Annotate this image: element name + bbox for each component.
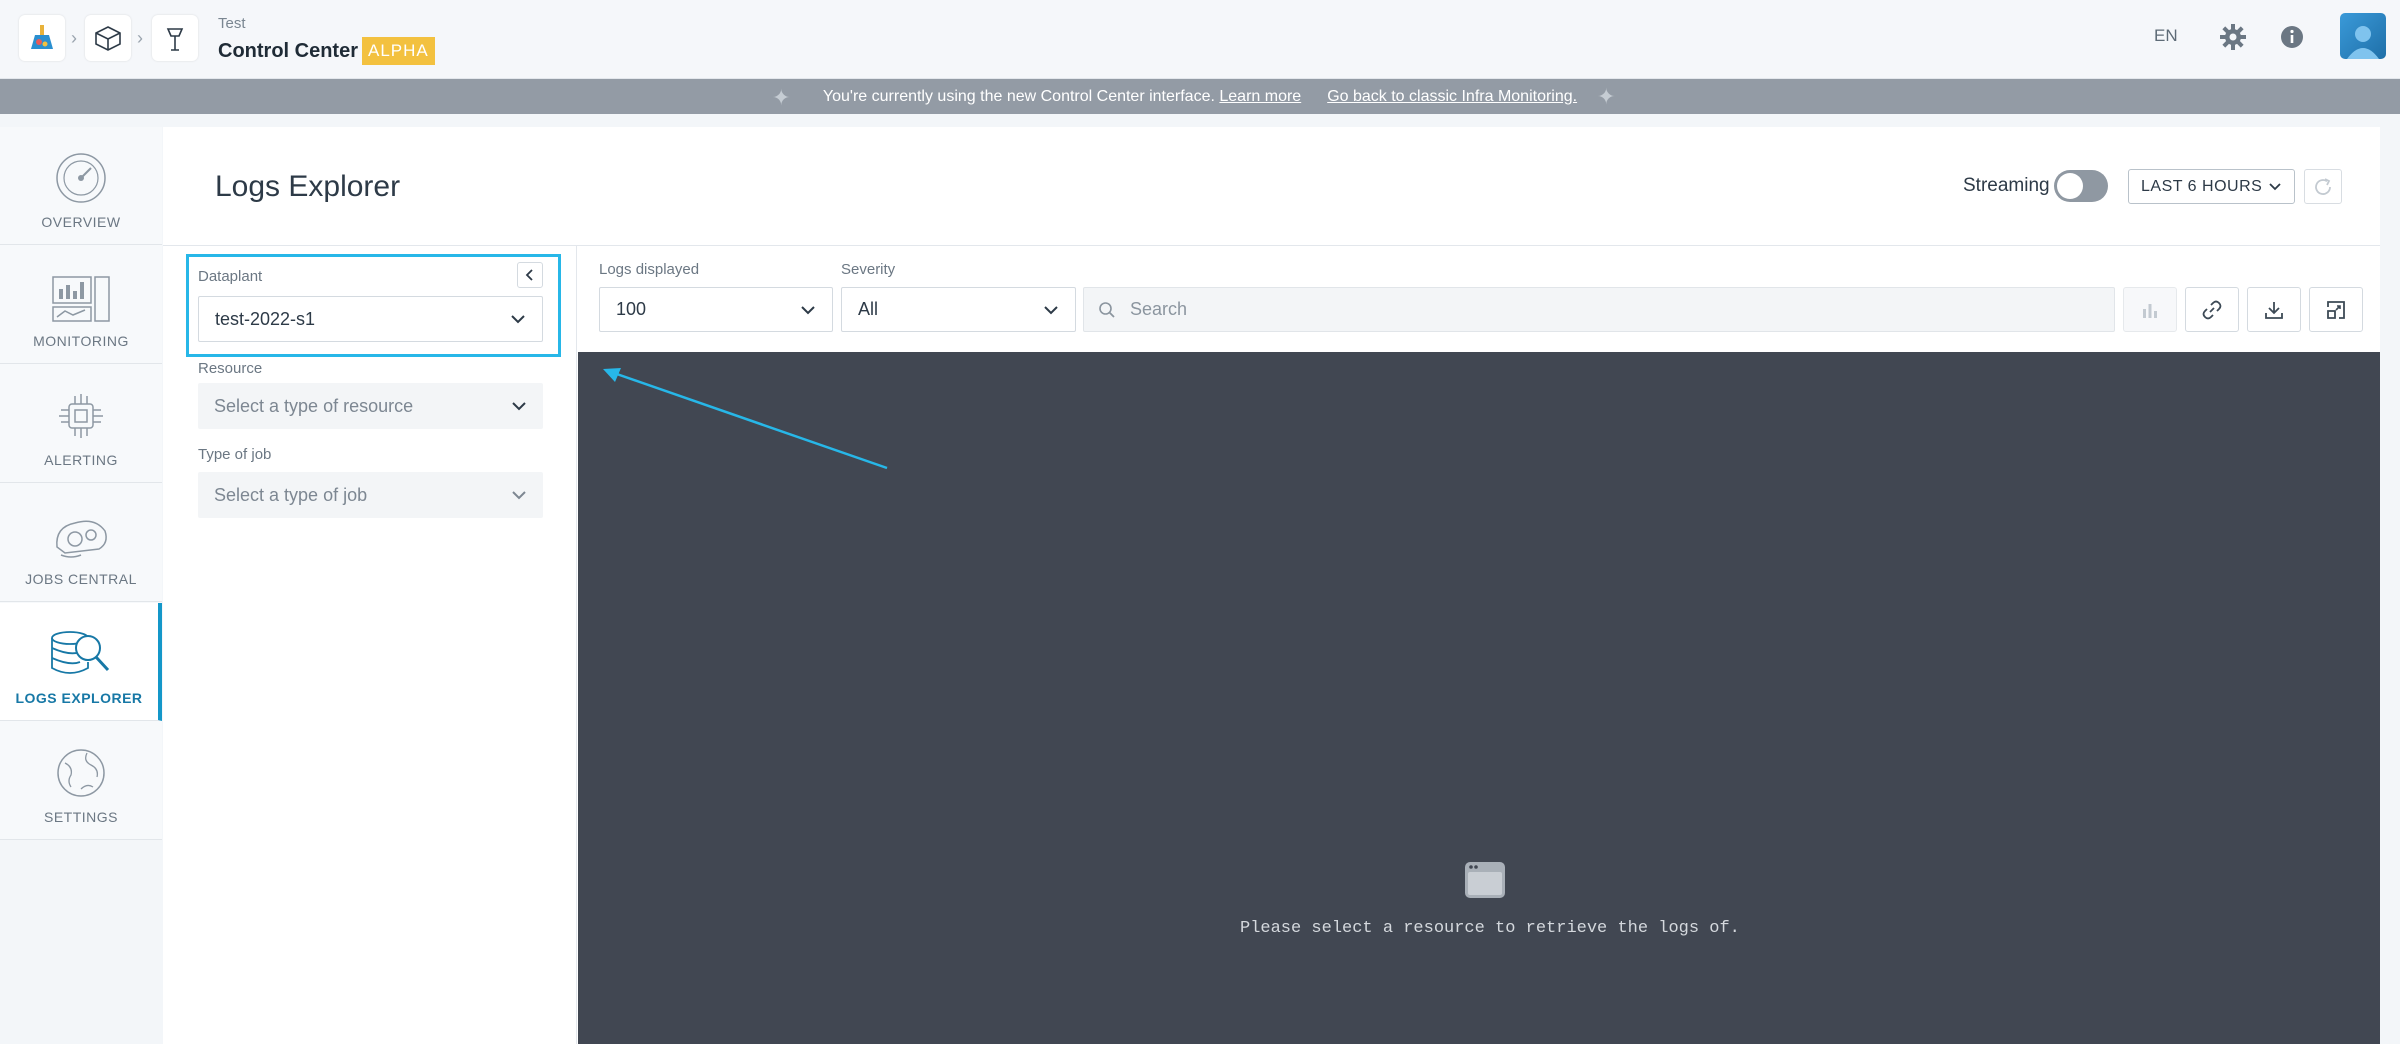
bar-chart-icon bbox=[2143, 303, 2157, 318]
breadcrumb-project-button[interactable] bbox=[85, 15, 131, 61]
time-range-value: LAST 6 HOURS bbox=[2141, 177, 2263, 195]
page-title: Logs Explorer bbox=[215, 170, 401, 203]
breadcrumb-separator: › bbox=[71, 28, 77, 48]
resource-placeholder: Select a type of resource bbox=[214, 395, 414, 416]
chevron-down-icon bbox=[1044, 305, 1058, 314]
settings-button[interactable] bbox=[2216, 20, 2250, 54]
breadcrumb-separator: › bbox=[137, 28, 143, 48]
settings-globe-icon bbox=[57, 749, 105, 797]
highlight-annotation bbox=[186, 254, 561, 357]
dashboard-gauge-icon bbox=[56, 153, 106, 203]
filters-divider bbox=[576, 245, 577, 1044]
classic-interface-link[interactable]: Go back to classic Infra Monitoring. bbox=[1327, 88, 1577, 106]
download-button[interactable] bbox=[2247, 287, 2301, 332]
fullscreen-button[interactable] bbox=[2309, 287, 2363, 332]
header-divider bbox=[163, 245, 2380, 246]
breadcrumb-app-button[interactable] bbox=[152, 15, 198, 61]
chevron-down-icon bbox=[512, 402, 526, 411]
histogram-button[interactable] bbox=[2123, 287, 2177, 332]
time-range-dropdown[interactable]: LAST 6 HOURS bbox=[2128, 169, 2295, 204]
left-navigation: OVERVIEW MONITORING ALERTING JOBS CENTRA… bbox=[0, 127, 162, 840]
logs-displayed-value: 100 bbox=[616, 299, 647, 319]
banner-text: You're currently using the new Control C… bbox=[822, 87, 1215, 105]
severity-select[interactable]: All bbox=[841, 287, 1076, 332]
expand-window-icon bbox=[2327, 300, 2345, 319]
info-icon bbox=[2281, 26, 2303, 48]
chevron-down-icon bbox=[2269, 182, 2281, 190]
streaming-label: Streaming bbox=[1963, 175, 2050, 196]
nav-item-alerting[interactable]: ALERTING bbox=[0, 365, 162, 483]
app-title: Control Center bbox=[218, 40, 358, 62]
chevron-down-icon bbox=[801, 305, 815, 314]
job-type-label: Type of job bbox=[198, 446, 272, 463]
learn-more-link[interactable]: Learn more bbox=[1219, 88, 1301, 106]
nav-label: MONITORING bbox=[33, 333, 129, 349]
resource-label: Resource bbox=[198, 360, 263, 377]
download-icon bbox=[2265, 301, 2283, 319]
sparkle-icon: ✦ bbox=[1597, 84, 1616, 109]
severity-value: All bbox=[858, 299, 879, 319]
severity-label: Severity bbox=[841, 261, 896, 278]
home-logo-button[interactable] bbox=[19, 15, 65, 61]
user-avatar-icon bbox=[2347, 26, 2379, 59]
empty-state-message: Please select a resource to retrieve the… bbox=[1240, 919, 1740, 938]
search-icon bbox=[1099, 301, 1115, 318]
streaming-toggle[interactable] bbox=[2054, 170, 2108, 202]
search-input[interactable] bbox=[1130, 299, 2030, 320]
logs-displayed-label: Logs displayed bbox=[599, 261, 700, 278]
browser-window-icon bbox=[1465, 862, 1505, 898]
avatar[interactable] bbox=[2340, 13, 2386, 59]
gear-icon bbox=[2220, 24, 2246, 50]
nav-item-monitoring[interactable]: MONITORING bbox=[0, 246, 162, 364]
nav-item-logs-explorer[interactable]: LOGS EXPLORER bbox=[0, 603, 162, 721]
interface-banner: ✦ You're currently using the new Control… bbox=[0, 79, 2400, 114]
logs-displayed-select[interactable]: 100 bbox=[599, 287, 833, 332]
jobs-brain-icon bbox=[56, 520, 107, 558]
logo-icon bbox=[31, 25, 53, 49]
sparkle-icon: ✦ bbox=[772, 85, 791, 110]
nav-label: JOBS CENTRAL bbox=[25, 571, 137, 587]
info-button[interactable] bbox=[2275, 20, 2309, 54]
refresh-button[interactable] bbox=[2304, 169, 2342, 204]
link-icon bbox=[2202, 300, 2222, 319]
chevron-down-icon bbox=[512, 491, 526, 500]
resource-select[interactable]: Select a type of resource bbox=[198, 383, 543, 429]
copy-link-button[interactable] bbox=[2185, 287, 2239, 332]
nav-label: SETTINGS bbox=[43, 809, 118, 825]
monitoring-charts-icon bbox=[52, 276, 110, 322]
app-context-label: Test bbox=[218, 15, 246, 32]
nav-label: LOGS EXPLORER bbox=[15, 690, 143, 706]
top-header: › › Test Control Center ALPHA EN bbox=[0, 0, 2400, 79]
logs-database-search-icon bbox=[51, 631, 110, 674]
nav-label: OVERVIEW bbox=[41, 214, 121, 230]
nav-item-settings[interactable]: SETTINGS bbox=[0, 722, 162, 840]
alerting-chip-icon bbox=[59, 394, 103, 438]
lamp-icon bbox=[166, 28, 184, 51]
refresh-icon bbox=[2315, 177, 2331, 195]
cube-icon bbox=[95, 26, 121, 51]
job-type-select[interactable]: Select a type of job bbox=[198, 472, 543, 518]
alpha-badge: ALPHA bbox=[362, 37, 435, 65]
nav-item-overview[interactable]: OVERVIEW bbox=[0, 127, 162, 245]
nav-label: ALERTING bbox=[44, 452, 118, 468]
job-type-placeholder: Select a type of job bbox=[214, 484, 368, 505]
search-box[interactable] bbox=[1083, 287, 2115, 332]
annotation-arrow bbox=[603, 368, 888, 470]
nav-item-jobs-central[interactable]: JOBS CENTRAL bbox=[0, 484, 162, 602]
language-selector[interactable]: EN bbox=[2154, 26, 2178, 46]
